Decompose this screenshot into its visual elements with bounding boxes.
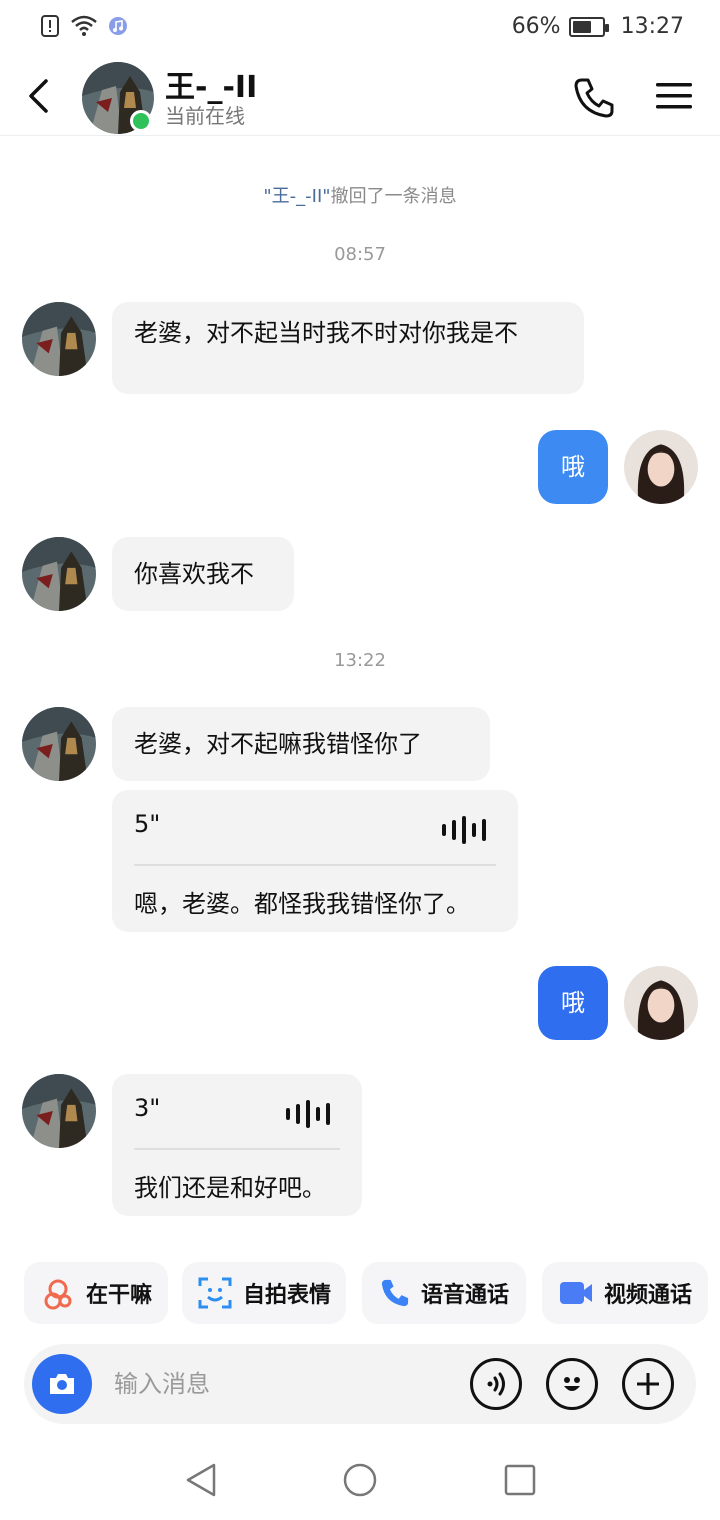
message-bubble-sent[interactable]: 哦 [538, 430, 608, 504]
timestamp: 13:22 [334, 650, 386, 671]
status-bar: 66% 13:27 [0, 0, 720, 56]
message-bubble-received[interactable]: 老婆，对不起当时我不时对你我是不 [112, 302, 584, 394]
chat-header: 王-_-II 当前在线 [0, 56, 720, 136]
camera-button[interactable] [32, 1354, 92, 1414]
avatar-image-icon [22, 537, 96, 611]
video-camera-icon [559, 1282, 592, 1304]
my-avatar[interactable] [624, 966, 698, 1040]
music-icon [109, 17, 127, 35]
avatar-image-icon [22, 1074, 96, 1148]
phone-icon [381, 1279, 409, 1307]
menu-button[interactable] [654, 78, 698, 118]
online-indicator [130, 110, 152, 132]
friend-avatar[interactable] [22, 707, 96, 781]
voice-duration: 3" [134, 1094, 161, 1122]
more-button[interactable] [622, 1358, 674, 1410]
voice-transcript: 嗯，老婆。都怪我我错怪你了。 [134, 890, 470, 918]
chat-screen: 66% 13:27 王-_-II 当前在线 "王-_-II"撤回了一条消息 08… [0, 0, 720, 1520]
nav-home-icon[interactable] [342, 1462, 378, 1498]
friend-avatar[interactable] [22, 537, 96, 611]
battery-level-fill [572, 20, 591, 33]
system-nav-bar [0, 1440, 720, 1520]
message-input[interactable] [114, 1360, 454, 1408]
avatar-image-icon [624, 966, 698, 1040]
voice-input-icon [487, 1372, 505, 1396]
avatar-image-icon [22, 707, 96, 781]
recall-notice-text: 撤回了一条消息 [330, 186, 457, 207]
avatar-image-icon [22, 302, 96, 376]
my-avatar[interactable] [624, 430, 698, 504]
recall-notice: "王-_-II"撤回了一条消息 [0, 182, 720, 208]
voice-call-button[interactable] [572, 76, 616, 120]
phone-icon [574, 78, 614, 118]
emoji-button[interactable] [546, 1358, 598, 1410]
quick-action-label: 语音通话 [420, 1283, 509, 1308]
voice-input-button[interactable] [470, 1358, 522, 1410]
chevron-left-icon [29, 79, 48, 113]
hi-sticker-icon [44, 1279, 72, 1310]
friend-avatar[interactable] [22, 1074, 96, 1148]
face-scan-icon [198, 1277, 232, 1309]
hamburger-menu-icon [656, 83, 692, 109]
quick-action-whats-up[interactable]: 在干嘛 [24, 1262, 168, 1324]
quick-action-label: 在干嘛 [85, 1283, 152, 1308]
voice-wave-icon [442, 816, 486, 844]
camera-icon [50, 1374, 74, 1394]
avatar-image-icon [624, 430, 698, 504]
timestamp: 08:57 [334, 244, 386, 265]
nav-back-icon[interactable] [184, 1462, 218, 1498]
voice-divider [134, 1148, 340, 1150]
quick-action-label: 自拍表情 [242, 1283, 331, 1308]
quick-action-selfie-sticker[interactable]: 自拍表情 [182, 1262, 346, 1324]
emoji-icon [564, 1377, 580, 1391]
back-button[interactable] [16, 74, 60, 118]
voice-wave-icon [286, 1100, 330, 1128]
voice-divider [134, 864, 496, 866]
voice-transcript: 我们还是和好吧。 [134, 1174, 326, 1202]
voice-duration: 5" [134, 810, 161, 838]
voice-message[interactable]: 5" 嗯，老婆。都怪我我错怪你了。 [112, 790, 518, 932]
alert-icon [41, 15, 59, 37]
plus-icon [637, 1373, 659, 1395]
message-bubble-received[interactable]: 你喜欢我不 [112, 537, 294, 611]
contact-status: 当前在线 [165, 104, 245, 128]
message-input-bar [24, 1344, 696, 1424]
quick-action-video-call[interactable]: 视频通话 [542, 1262, 708, 1324]
quick-action-voice-call[interactable]: 语音通话 [362, 1262, 526, 1324]
battery-percent: 66% [511, 14, 561, 39]
quick-action-label: 视频通话 [603, 1283, 692, 1308]
wifi-icon [71, 15, 97, 36]
message-bubble-received[interactable]: 老婆，对不起嘛我错怪你了 [112, 707, 490, 781]
recall-notice-name[interactable]: "王-_-II" [263, 186, 330, 207]
friend-avatar[interactable] [22, 302, 96, 376]
clock: 13:27 [620, 14, 684, 39]
voice-message[interactable]: 3" 我们还是和好吧。 [112, 1074, 362, 1216]
message-bubble-sent[interactable]: 哦 [538, 966, 608, 1040]
battery-icon [568, 16, 609, 37]
nav-recents-icon[interactable] [504, 1464, 536, 1496]
